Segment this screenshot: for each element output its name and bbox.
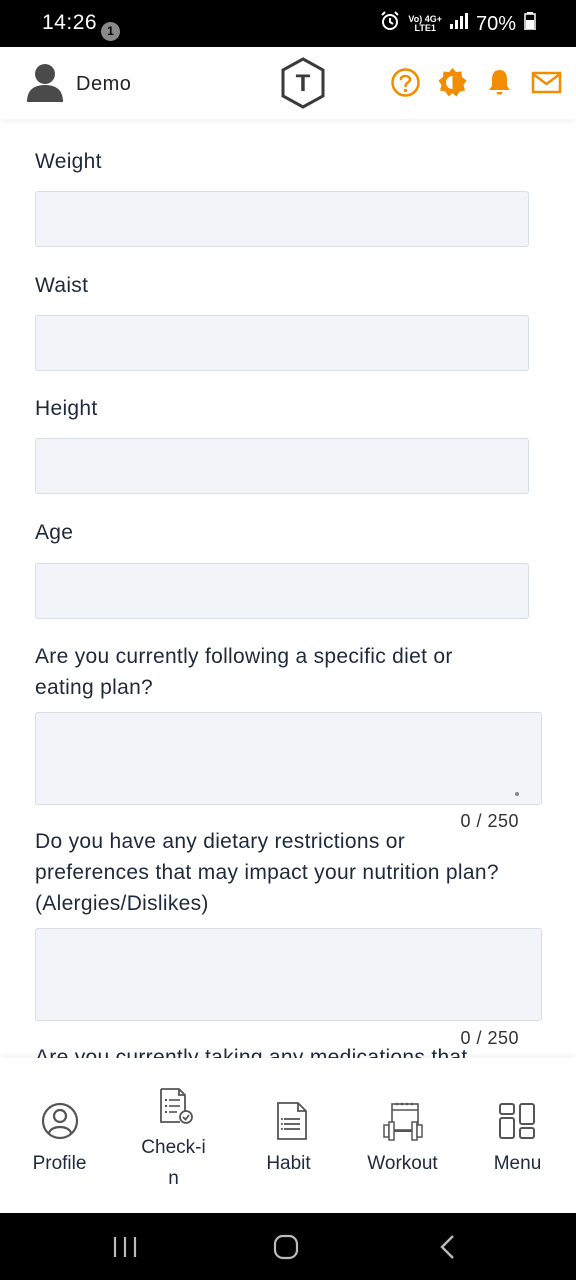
notification-count-badge: 1	[101, 22, 120, 41]
diet-plan-textarea[interactable]	[35, 712, 542, 805]
signal-icon	[449, 13, 468, 35]
svg-text:T: T	[296, 70, 311, 97]
system-navigation-bar	[0, 1213, 576, 1280]
help-icon[interactable]	[390, 67, 421, 98]
nav-workout[interactable]: Workout	[345, 1058, 460, 1213]
nav-profile-label: Profile	[32, 1153, 87, 1174]
user-profile-button[interactable]: Demo	[26, 62, 131, 107]
bottom-navigation: Profile Check-in Habit Workout Menu	[0, 1058, 576, 1213]
back-button[interactable]	[438, 1234, 458, 1265]
resize-handle-icon[interactable]	[515, 792, 519, 796]
status-time: 14:26	[42, 11, 98, 34]
user-avatar-icon	[26, 62, 64, 107]
height-label: Height	[35, 397, 98, 420]
status-indicators: Vo) 4G+ LTE1 70%	[380, 11, 536, 37]
menu-grid-icon	[498, 1101, 538, 1141]
header-actions	[390, 67, 562, 98]
nav-workout-label: Workout	[367, 1153, 438, 1174]
weight-input[interactable]	[35, 191, 529, 247]
weight-label: Weight	[35, 150, 102, 173]
medications-question-label: Are you currently taking any medications…	[35, 1046, 468, 1058]
diet-plan-question-label: Are you currently following a specific d…	[35, 645, 453, 699]
app-logo[interactable]: T	[280, 57, 326, 114]
nav-habit-label: Habit	[266, 1153, 311, 1174]
battery-percent: 70%	[475, 12, 516, 35]
nav-checkin-label: Check-in	[141, 1137, 206, 1189]
waist-input[interactable]	[35, 315, 529, 371]
workout-icon	[383, 1101, 423, 1141]
mail-icon[interactable]	[531, 67, 562, 98]
network-bottom-text: LTE1	[414, 23, 436, 33]
battery-icon	[524, 12, 536, 36]
dietary-restrictions-textarea[interactable]	[35, 928, 542, 1021]
nav-checkin[interactable]: Check-in	[116, 1058, 231, 1213]
age-label: Age	[35, 521, 74, 544]
home-button[interactable]	[273, 1234, 299, 1265]
app-header: Demo T	[0, 47, 576, 119]
checkin-icon	[156, 1087, 196, 1127]
nav-menu-label: Menu	[493, 1153, 542, 1174]
age-input[interactable]	[35, 563, 529, 619]
nav-profile[interactable]: Profile	[2, 1058, 117, 1213]
user-name: Demo	[76, 73, 132, 95]
status-bar: 14:26 1 Vo) 4G+ LTE1 70%	[0, 0, 576, 47]
dietary-restrictions-question-label: Do you have any dietary restrictions or …	[35, 830, 499, 915]
recent-apps-button[interactable]	[112, 1235, 138, 1264]
height-input[interactable]	[35, 438, 529, 494]
waist-label: Waist	[35, 274, 89, 297]
habit-icon	[272, 1101, 312, 1141]
questionnaire-form: Weight Waist Height Age Are you currentl…	[0, 120, 576, 1058]
network-indicator: Vo) 4G+ LTE1	[408, 15, 442, 33]
nav-habit[interactable]: Habit	[231, 1058, 346, 1213]
notification-bell-icon[interactable]	[484, 67, 515, 98]
brightness-icon[interactable]	[437, 67, 468, 98]
profile-icon	[40, 1101, 80, 1141]
nav-menu[interactable]: Menu	[460, 1058, 575, 1213]
alarm-icon	[380, 11, 400, 37]
